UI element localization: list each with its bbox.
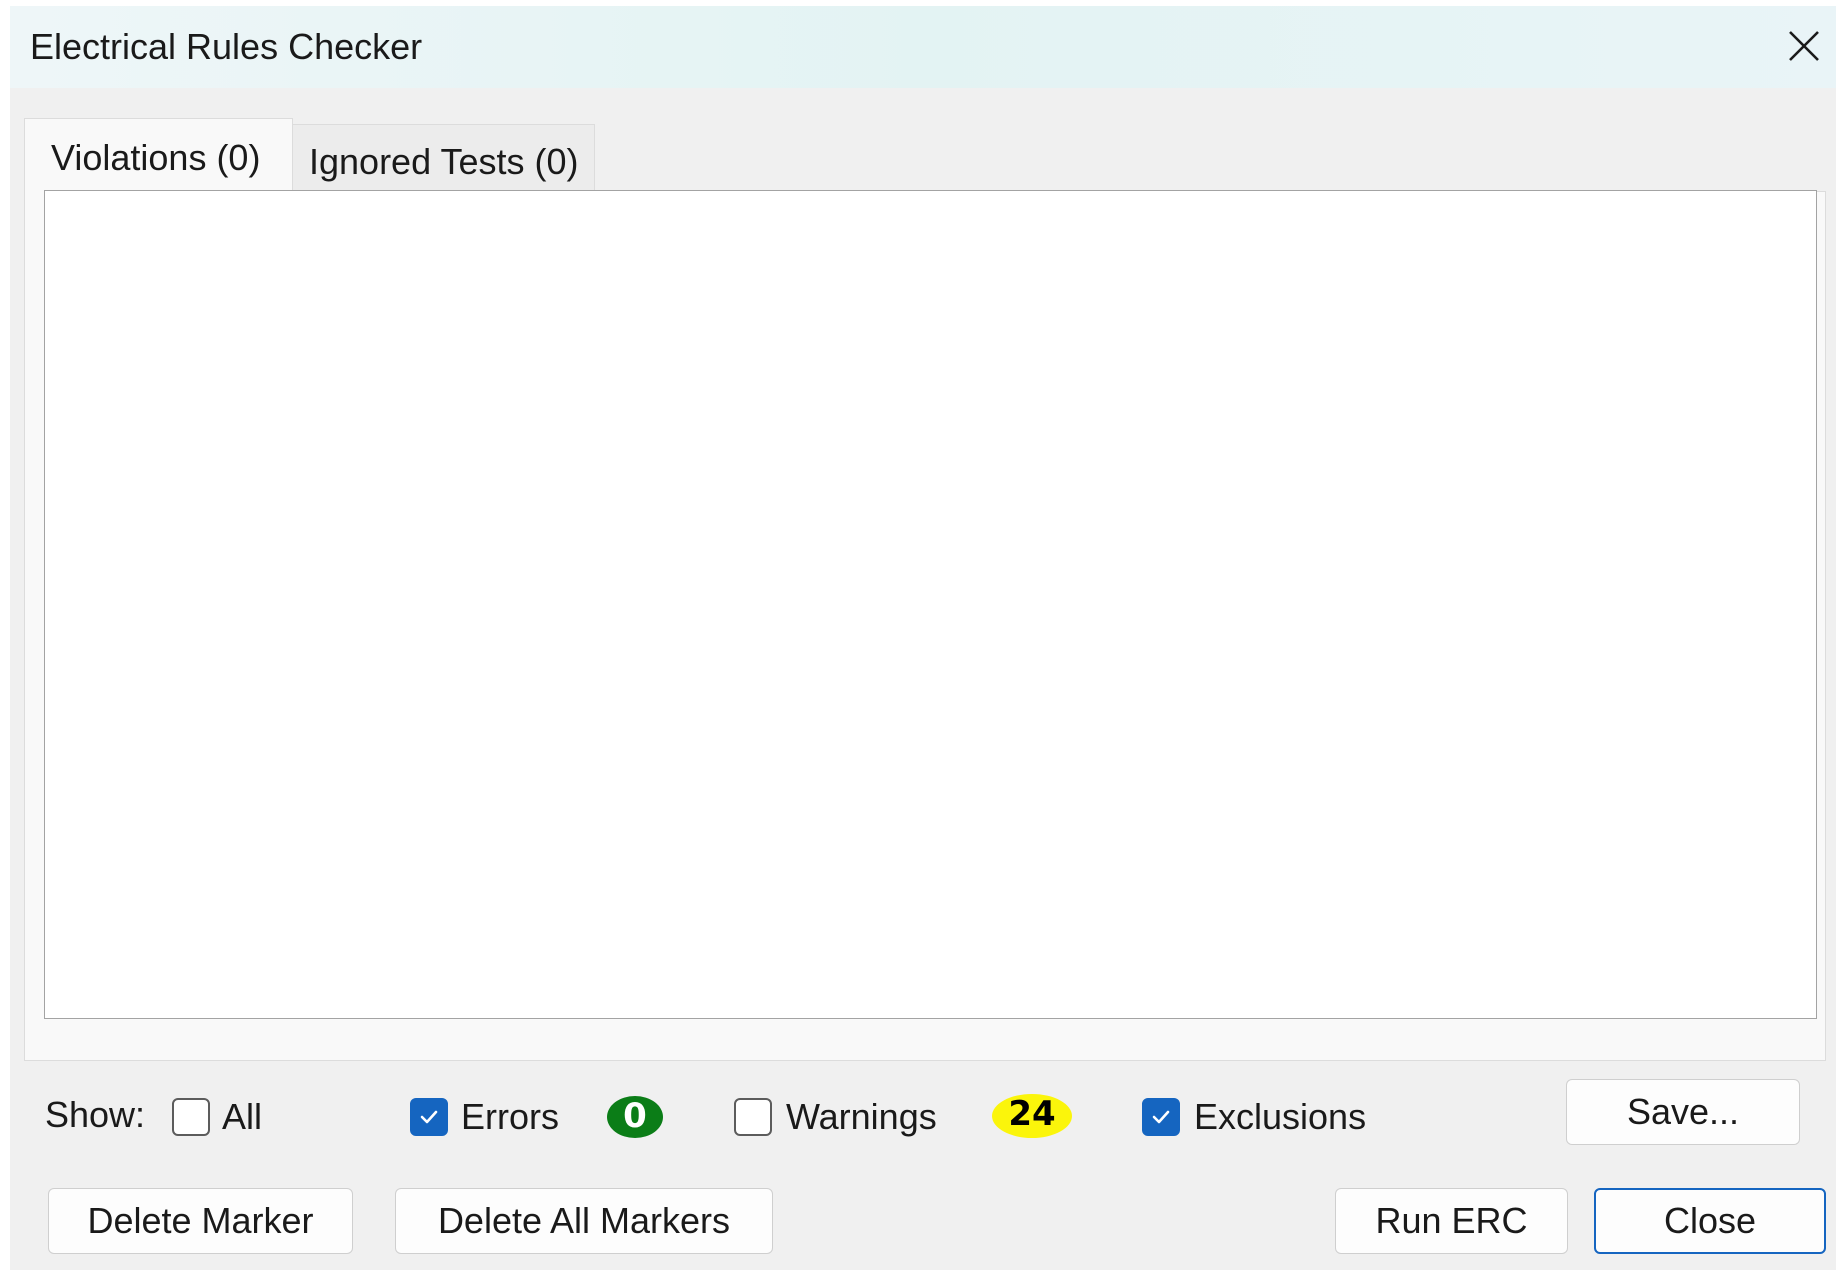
close-icon[interactable] (1776, 18, 1832, 74)
exclusions-label[interactable]: Exclusions (1194, 1096, 1366, 1138)
warnings-count-badge: 24 (992, 1094, 1072, 1138)
delete-marker-button[interactable]: Delete Marker (48, 1188, 353, 1254)
errors-count-badge: 0 (607, 1096, 663, 1138)
violations-list[interactable] (44, 190, 1817, 1019)
warnings-label[interactable]: Warnings (786, 1096, 937, 1138)
close-button-label: Close (1663, 1200, 1757, 1241)
warnings-checkbox[interactable] (734, 1098, 772, 1136)
all-checkbox[interactable] (172, 1098, 210, 1136)
tab-ignored-tests[interactable]: Ignored Tests (0) (291, 124, 595, 192)
tab-ignored-tests-label: Ignored Tests (0) (309, 141, 579, 182)
errors-label[interactable]: Errors (461, 1096, 559, 1138)
window-title: Electrical Rules Checker (30, 26, 423, 67)
tab-violations[interactable]: Violations (0) (24, 118, 293, 198)
run-erc-label: Run ERC (1375, 1200, 1528, 1241)
tab-violations-label: Violations (0) (51, 137, 261, 178)
exclusions-checkbox[interactable] (1142, 1098, 1180, 1136)
check-icon (1152, 1110, 1170, 1124)
show-label: Show: (45, 1094, 146, 1135)
delete-marker-label: Delete Marker (87, 1200, 314, 1241)
check-icon (420, 1110, 438, 1124)
save-button-label: Save... (1626, 1091, 1740, 1132)
all-label[interactable]: All (222, 1096, 262, 1138)
delete-all-markers-label: Delete All Markers (437, 1200, 731, 1241)
delete-all-markers-button[interactable]: Delete All Markers (395, 1188, 773, 1254)
run-erc-button[interactable]: Run ERC (1335, 1188, 1568, 1254)
save-button[interactable]: Save... (1566, 1079, 1800, 1145)
close-button[interactable]: Close (1594, 1188, 1826, 1254)
erc-dialog: Electrical Rules Checker Violations (0) … (10, 6, 1836, 1270)
title-bar[interactable]: Electrical Rules Checker (10, 6, 1836, 88)
errors-checkbox[interactable] (410, 1098, 448, 1136)
